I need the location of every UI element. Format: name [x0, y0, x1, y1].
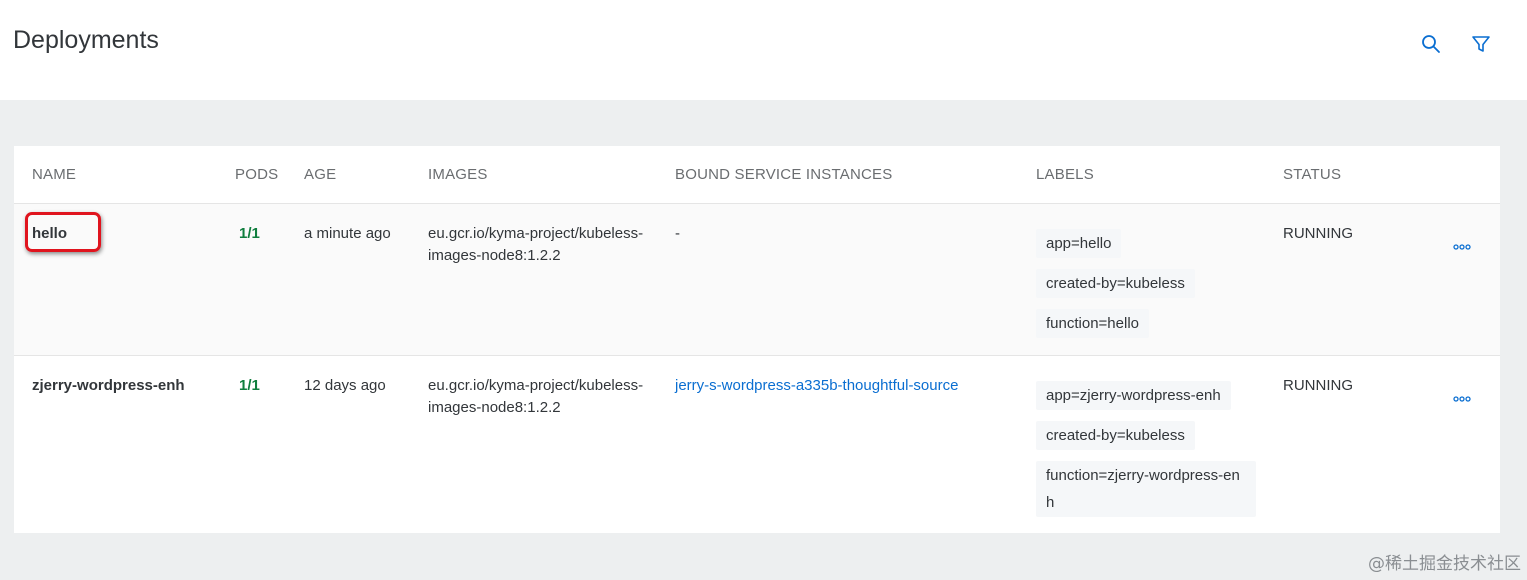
- bound-service-instance: -: [675, 225, 680, 242]
- more-actions-icon[interactable]: [1452, 242, 1472, 252]
- bound-service-instance-link[interactable]: jerry-s-wordpress-a335b-thoughtful-sourc…: [675, 377, 958, 394]
- deployment-age: 12 days ago: [304, 377, 386, 394]
- column-header-name[interactable]: NAME: [32, 166, 76, 183]
- column-header-status[interactable]: STATUS: [1283, 166, 1341, 183]
- deployment-image: eu.gcr.io/kyma-project/kubeless-images-n…: [428, 225, 644, 264]
- labels-list: app=zjerry-wordpress-enh created-by=kube…: [1036, 381, 1261, 528]
- watermark: @稀土掘金技术社区: [1368, 554, 1521, 574]
- label-tag: created-by=kubeless: [1036, 269, 1195, 298]
- search-icon[interactable]: [1420, 33, 1442, 55]
- deployment-name[interactable]: zjerry-wordpress-enh: [32, 375, 185, 397]
- table-row: zjerry-wordpress-enh 1/1 12 days ago eu.…: [14, 356, 1500, 533]
- page-header: Deployments: [0, 0, 1527, 100]
- label-tag: app=zjerry-wordpress-enh: [1036, 381, 1231, 410]
- label-tag: app=hello: [1036, 229, 1122, 258]
- column-header-bound-service-instances[interactable]: BOUND SERVICE INSTANCES: [675, 166, 892, 183]
- deployments-table: NAME PODS AGE IMAGES BOUND SERVICE INSTA…: [14, 146, 1500, 533]
- status-text: RUNNING: [1283, 225, 1353, 242]
- pods-count: 1/1: [239, 225, 260, 242]
- status-text: RUNNING: [1283, 377, 1353, 394]
- more-actions-icon[interactable]: [1452, 394, 1472, 404]
- page-title: Deployments: [13, 26, 159, 54]
- label-tag: function=hello: [1036, 309, 1149, 338]
- label-tag: function=zjerry-wordpress-enh: [1036, 461, 1256, 517]
- annotation-highlight-box: [25, 212, 101, 252]
- filter-icon[interactable]: [1470, 33, 1492, 55]
- deployment-age: a minute ago: [304, 225, 391, 242]
- table-header: NAME PODS AGE IMAGES BOUND SERVICE INSTA…: [14, 146, 1500, 204]
- column-header-labels[interactable]: LABELS: [1036, 166, 1094, 183]
- column-header-age[interactable]: AGE: [304, 166, 336, 183]
- column-header-images[interactable]: IMAGES: [428, 166, 488, 183]
- table-row: hello 1/1 a minute ago eu.gcr.io/kyma-pr…: [14, 204, 1500, 356]
- labels-list: app=hello created-by=kubeless function=h…: [1036, 229, 1261, 349]
- bound-service-instance: jerry-s-wordpress-a335b-thoughtful-sourc…: [675, 375, 958, 397]
- pods-count: 1/1: [239, 377, 260, 394]
- deployment-image: eu.gcr.io/kyma-project/kubeless-images-n…: [428, 377, 644, 416]
- column-header-pods[interactable]: PODS: [235, 166, 278, 183]
- label-tag: created-by=kubeless: [1036, 421, 1195, 450]
